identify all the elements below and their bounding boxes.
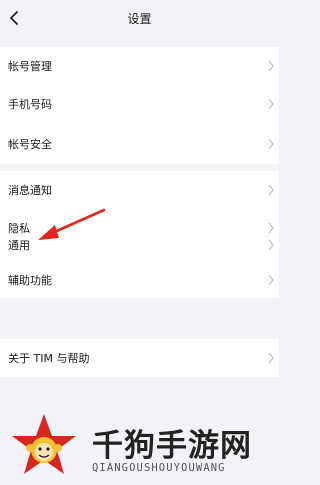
settings-row-label: 帐号安全 <box>8 138 52 151</box>
settings-group-about: 关于 TIM 与帮助 <box>0 339 279 377</box>
chevron-right-icon <box>268 98 274 110</box>
settings-row-label: 辅助功能 <box>8 274 52 287</box>
settings-row-accessibility[interactable]: 辅助功能 <box>0 265 279 295</box>
settings-row-label: 关于 TIM 与帮助 <box>8 352 90 365</box>
chevron-right-icon <box>268 184 274 196</box>
settings-row-phone-number[interactable]: 手机号码 <box>0 89 279 119</box>
watermark-subtitle: QIANGOUSHOUYOUWANG <box>92 462 226 474</box>
monkey-star-logo-icon <box>12 414 76 474</box>
settings-group-account: 帐号管理 手机号码 帐号安全 <box>0 47 279 164</box>
settings-row-account-management[interactable]: 帐号管理 <box>0 51 279 81</box>
settings-row-account-security[interactable]: 帐号安全 <box>0 129 279 159</box>
settings-row-label: 帐号管理 <box>8 60 52 73</box>
settings-row-notifications[interactable]: 消息通知 <box>0 175 279 205</box>
page-title: 设置 <box>127 12 152 26</box>
watermark: 千狗手游网 QIANGOUSHOUYOUWANG <box>0 404 279 485</box>
watermark-title: 千狗手游网 <box>92 428 252 464</box>
chevron-right-icon <box>268 138 274 150</box>
settings-row-label: 通用 <box>8 239 30 252</box>
chevron-right-icon <box>268 274 274 286</box>
chevron-right-icon <box>268 352 274 364</box>
chevron-right-icon <box>268 239 274 251</box>
settings-row-label: 手机号码 <box>8 98 52 111</box>
settings-row-label: 消息通知 <box>8 184 52 197</box>
navigation-bar: 设置 <box>0 0 279 38</box>
settings-row-about-help[interactable]: 关于 TIM 与帮助 <box>0 343 279 373</box>
settings-group-general: 消息通知 隐私 通用 辅助功能 <box>0 171 279 298</box>
chevron-right-icon <box>268 60 274 72</box>
settings-row-general[interactable]: 通用 <box>0 230 279 260</box>
